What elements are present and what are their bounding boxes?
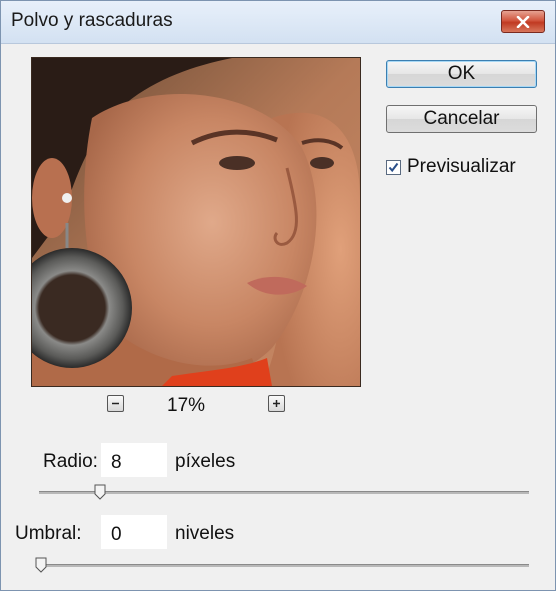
plus-icon: [273, 400, 280, 407]
ok-button[interactable]: OK: [386, 60, 537, 88]
radius-slider-thumb[interactable]: [94, 484, 106, 500]
radius-slider-track[interactable]: [39, 491, 529, 494]
radius-unit: píxeles: [175, 451, 236, 472]
dust-and-scratches-dialog: Polvo y rascaduras OK Cancelar Previsual…: [0, 0, 556, 591]
preview-label: Previsualizar: [407, 156, 516, 177]
checkmark-icon: [388, 162, 399, 172]
minus-icon: [112, 402, 119, 405]
threshold-label: Umbral:: [15, 523, 82, 544]
title-bar[interactable]: Polvo y rascaduras: [1, 1, 555, 44]
threshold-slider-thumb[interactable]: [35, 557, 47, 573]
threshold-input[interactable]: [101, 515, 167, 549]
radius-label: Radio:: [43, 451, 98, 472]
dialog-title: Polvo y rascaduras: [11, 10, 173, 31]
zoom-out-button[interactable]: [107, 395, 124, 412]
portrait-preview-image: [32, 58, 360, 386]
threshold-unit: niveles: [175, 523, 235, 544]
zoom-level: 17%: [167, 395, 206, 416]
radius-input[interactable]: [101, 443, 167, 477]
preview-toggle[interactable]: Previsualizar: [386, 156, 516, 178]
zoom-in-button[interactable]: [268, 395, 285, 412]
threshold-slider-track[interactable]: [39, 564, 529, 567]
preview-checkbox[interactable]: [386, 159, 401, 175]
cancel-button[interactable]: Cancelar: [386, 105, 537, 133]
close-icon: [516, 15, 530, 28]
close-button[interactable]: [501, 10, 545, 33]
filter-preview[interactable]: [31, 57, 361, 387]
